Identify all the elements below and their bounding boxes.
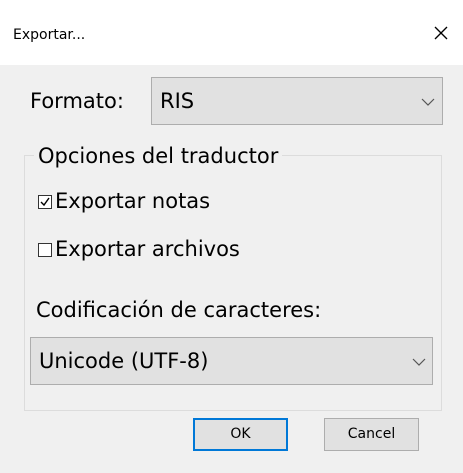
close-button[interactable] [424, 16, 458, 50]
checkmark-icon [40, 197, 50, 207]
chevron-down-icon [421, 98, 435, 106]
export-notes-label: Exportar notas [55, 189, 211, 213]
encoding-select-value: Unicode (UTF-8) [39, 349, 209, 373]
title-bar: Exportar... [0, 0, 463, 65]
translator-options-title: Opciones del traductor [34, 143, 283, 169]
format-select[interactable]: RIS [151, 77, 443, 125]
format-label: Formato: [30, 89, 124, 113]
encoding-label: Codificación de caracteres: [36, 298, 322, 322]
export-files-checkbox[interactable] [38, 243, 52, 257]
export-files-label: Exportar archivos [55, 237, 240, 261]
close-icon [434, 26, 448, 40]
encoding-select[interactable]: Unicode (UTF-8) [30, 337, 433, 385]
ok-button[interactable]: OK [193, 418, 288, 451]
format-select-value: RIS [160, 89, 195, 113]
cancel-button[interactable]: Cancel [324, 418, 419, 451]
export-dialog: Exportar... Formato: RIS Opciones del tr… [0, 0, 463, 473]
export-notes-checkbox[interactable] [38, 195, 52, 209]
dialog-title: Exportar... [13, 27, 86, 43]
chevron-down-icon [412, 358, 426, 366]
